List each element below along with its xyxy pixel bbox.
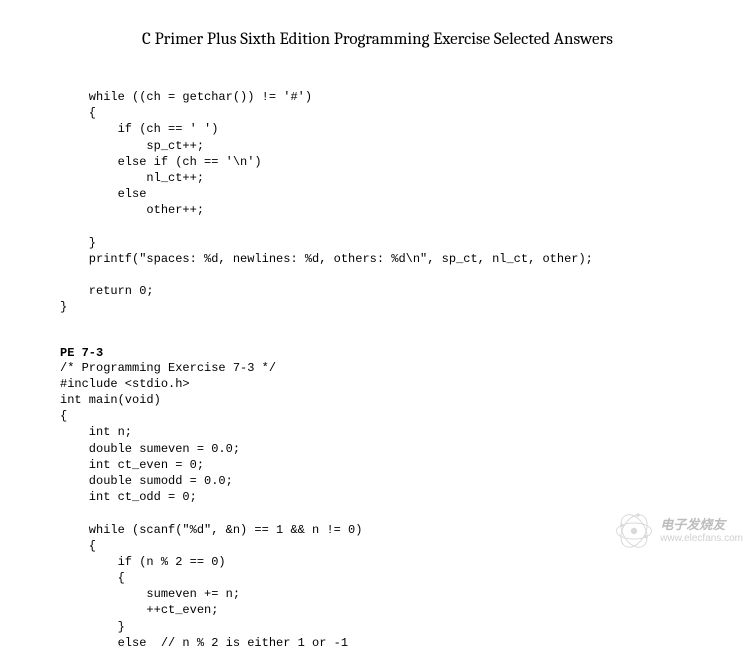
page-title: C Primer Plus Sixth Edition Programming … <box>40 30 715 49</box>
watermark-text: 电子发烧友 <box>660 518 743 532</box>
code-block-2: /* Programming Exercise 7-3 */ #include … <box>60 360 715 651</box>
watermark: 电子发烧友 www.elecfans.com <box>614 511 743 551</box>
watermark-url: www.elecfans.com <box>660 533 743 544</box>
watermark-logo-icon <box>614 511 654 551</box>
section-label-pe7-3: PE 7-3 <box>60 346 715 360</box>
code-block-1: while ((ch = getchar()) != '#') { if (ch… <box>60 89 715 316</box>
